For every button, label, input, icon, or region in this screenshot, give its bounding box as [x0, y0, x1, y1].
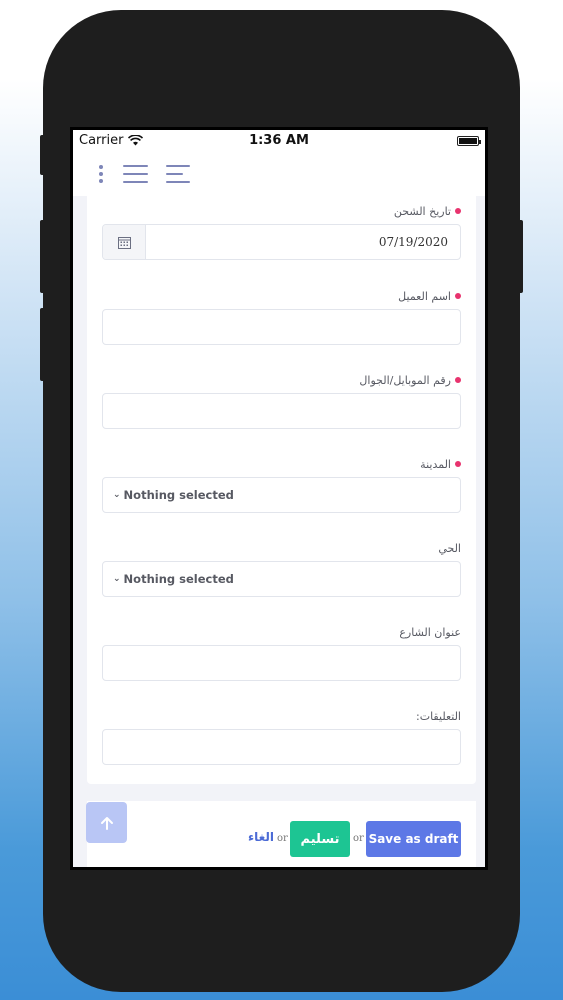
shipping-date-field: تاريخ الشحن 07/19/2020: [102, 202, 461, 260]
mobile-field: رقم الموبايل/الجوال: [102, 371, 461, 429]
scroll-to-top-button[interactable]: [86, 802, 127, 843]
phone-silent-switch: [40, 135, 46, 175]
city-label: المدينة: [420, 457, 451, 471]
status-time: 1:36 AM: [249, 133, 309, 148]
comments-field: التعليقات:: [102, 707, 461, 765]
city-select[interactable]: ⌄ Nothing selected: [102, 477, 461, 513]
street-field: عنوان الشارع: [102, 623, 461, 681]
phone-power-button: [517, 220, 523, 293]
mobile-input[interactable]: [102, 393, 461, 429]
or-separator: or: [353, 833, 364, 844]
city-field: المدينة ⌄ Nothing selected: [102, 455, 461, 513]
comments-input[interactable]: [102, 729, 461, 765]
submit-button[interactable]: تسليم: [290, 821, 350, 857]
top-navbar: [73, 152, 485, 196]
shipping-date-label: تاريخ الشحن: [393, 204, 451, 218]
save-draft-button[interactable]: Save as draft: [366, 821, 461, 857]
district-label: الحي: [438, 541, 461, 555]
arrow-up-icon: [100, 816, 113, 830]
phone-volume-down: [40, 308, 46, 381]
customer-name-field: اسم العميل: [102, 287, 461, 345]
street-label: عنوان الشارع: [399, 625, 461, 639]
phone-volume-up: [40, 220, 46, 293]
order-form-card: تاريخ الشحن 07/19/2020 اسم العميل رقم ال…: [87, 196, 476, 784]
district-select[interactable]: ⌄ Nothing selected: [102, 561, 461, 597]
customer-name-label: اسم العميل: [398, 289, 451, 303]
calendar-icon[interactable]: [103, 225, 146, 259]
required-indicator: [455, 293, 461, 299]
or-separator: or: [277, 833, 288, 844]
sidebar-toggle-icon[interactable]: [166, 165, 190, 189]
more-vertical-icon[interactable]: [99, 165, 103, 186]
chevron-down-icon: ⌄: [113, 574, 121, 584]
required-indicator: [455, 461, 461, 467]
district-select-value: Nothing selected: [123, 572, 234, 586]
status-bar: Carrier 1:36 AM: [73, 130, 485, 152]
required-indicator: [455, 208, 461, 214]
app-viewport: Carrier 1:36 AM تاريخ الشحن 07/19/2020 ا…: [73, 130, 485, 867]
cancel-link[interactable]: الغاء: [248, 830, 274, 844]
customer-name-input[interactable]: [102, 309, 461, 345]
comments-label: التعليقات:: [416, 709, 461, 723]
menu-toggle-icon[interactable]: [123, 165, 148, 189]
district-field: الحي ⌄ Nothing selected: [102, 539, 461, 597]
chevron-down-icon: ⌄: [113, 490, 121, 500]
city-select-value: Nothing selected: [123, 488, 234, 502]
shipping-date-input-group: 07/19/2020: [102, 224, 461, 260]
street-input[interactable]: [102, 645, 461, 681]
battery-icon: [457, 136, 481, 146]
shipping-date-input[interactable]: 07/19/2020: [146, 225, 460, 259]
required-indicator: [455, 377, 461, 383]
page-content: تاريخ الشحن 07/19/2020 اسم العميل رقم ال…: [73, 196, 485, 867]
phone-screen: Carrier 1:36 AM تاريخ الشحن 07/19/2020 ا…: [70, 127, 488, 870]
mobile-label: رقم الموبايل/الجوال: [359, 373, 451, 387]
